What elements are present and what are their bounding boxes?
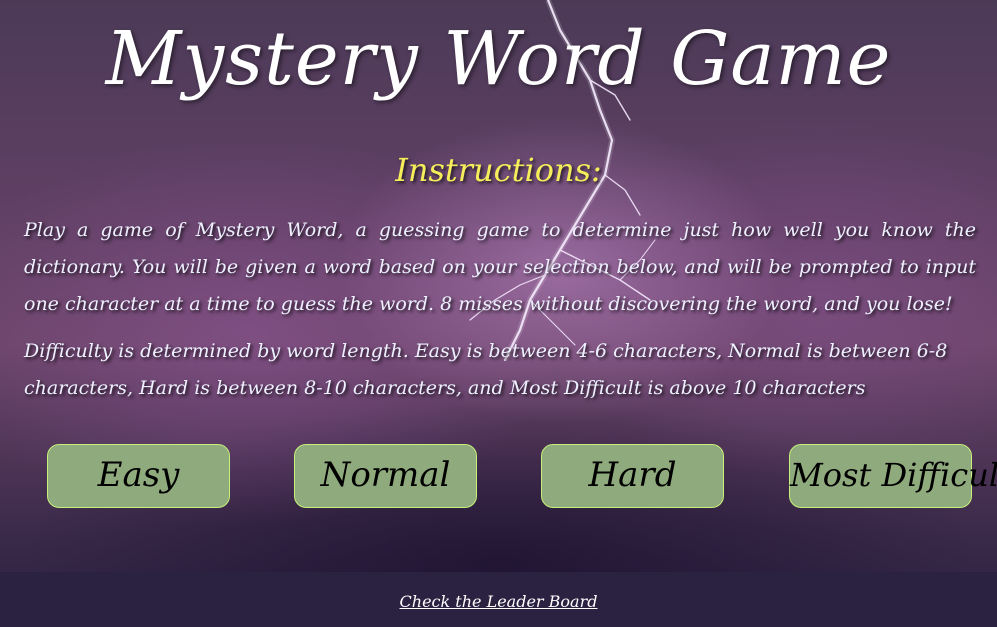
leader-board-link[interactable]: Check the Leader Board: [0, 592, 997, 611]
page-title: Mystery Word Game: [105, 16, 892, 102]
hard-button[interactable]: Hard: [541, 444, 724, 508]
most-difficult-button[interactable]: Most Difficult: [789, 444, 997, 508]
instructions-heading: Instructions:: [395, 151, 602, 189]
instructions-paragraph: Play a game of Mystery Word, a guessing …: [24, 219, 976, 315]
normal-button[interactable]: Normal: [294, 444, 477, 508]
difficulty-description: Difficulty is determined by word length.…: [24, 340, 948, 399]
easy-button[interactable]: Easy: [47, 444, 230, 508]
storm-background: Mystery Word Game Instructions: Play a g…: [0, 0, 997, 572]
footer: Check the Leader Board: [0, 572, 997, 627]
